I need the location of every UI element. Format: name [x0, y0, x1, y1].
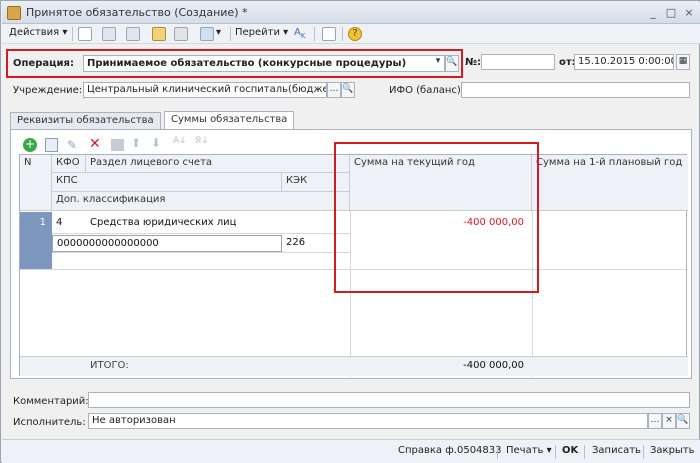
structure-icon[interactable]: [200, 27, 214, 41]
row-number: 1: [39, 217, 46, 228]
executor-search-icon[interactable]: 🔍: [676, 413, 690, 429]
operation-highlight-box: [6, 49, 463, 78]
totals-label: ИТОГО:: [90, 360, 129, 371]
print-icon[interactable]: [174, 27, 188, 41]
sum-highlight-box: [334, 142, 539, 293]
date-field[interactable]: 15.10.2015 0:00:00: [574, 54, 674, 70]
toolbar-separator: [72, 27, 73, 41]
edit-row-icon[interactable]: ✎: [67, 138, 77, 152]
delete-row-icon[interactable]: ✕: [89, 136, 101, 152]
col-header-kps[interactable]: КПС: [52, 173, 282, 192]
row-divider: [52, 233, 350, 234]
toolbar-separator: [342, 27, 343, 41]
bottom-separator: [497, 445, 498, 459]
executor-field[interactable]: Не авторизован: [88, 413, 648, 429]
save-button[interactable]: Записать: [592, 445, 641, 456]
sort-desc-icon[interactable]: Я↓: [195, 136, 209, 146]
goto-menu-label: Перейти: [235, 27, 280, 38]
app-icon: [7, 6, 21, 20]
toolbar-separator: [314, 27, 315, 41]
institution-select-button[interactable]: …: [327, 82, 341, 98]
window-title: Принятое обязательство (Создание) *: [26, 6, 248, 19]
row-kfo[interactable]: 4: [52, 215, 86, 231]
finish-edit-icon[interactable]: [111, 139, 124, 151]
col-header-dop[interactable]: Доп. классификация: [52, 192, 350, 211]
ifo-field[interactable]: [461, 82, 690, 98]
sort-icon[interactable]: AK: [294, 27, 308, 41]
sort-asc-icon[interactable]: A↓: [173, 136, 187, 146]
row-kps[interactable]: 0000000000000000: [52, 235, 282, 252]
col-header-n[interactable]: N: [20, 155, 52, 211]
actions-menu[interactable]: Действия ▾: [9, 27, 67, 38]
document-window: Принятое обязательство (Создание) * _ □ …: [0, 0, 700, 463]
col-header-kfo[interactable]: КФО: [52, 155, 86, 173]
ifo-label: ИФО (баланс):: [389, 85, 465, 96]
tab-requisites[interactable]: Реквизиты обязательства: [10, 112, 161, 129]
copy-icon[interactable]: [102, 27, 116, 41]
help-icon[interactable]: ?: [348, 27, 362, 41]
row-section[interactable]: Средства юридических лиц: [86, 215, 350, 231]
tab-sums[interactable]: Суммы обязательства: [164, 111, 295, 129]
minimize-button[interactable]: _: [646, 6, 660, 20]
bottom-separator: [584, 445, 585, 459]
actions-menu-label: Действия: [9, 27, 60, 38]
report-button[interactable]: Справка ф.0504833: [398, 445, 502, 456]
row-divider: [52, 252, 350, 253]
move-down-icon[interactable]: ⬇: [151, 136, 161, 150]
goto-menu[interactable]: Перейти ▾: [235, 27, 288, 38]
move-up-icon[interactable]: ⬆: [131, 136, 141, 150]
executor-select-button[interactable]: …: [648, 413, 662, 429]
executor-label: Исполнитель:: [13, 417, 86, 428]
report-icon[interactable]: [322, 27, 336, 41]
calendar-icon[interactable]: ▦: [676, 54, 690, 70]
print-button[interactable]: Печать ▾: [506, 445, 552, 456]
close-window-button[interactable]: ×: [682, 6, 696, 20]
col-header-sum-plan1[interactable]: Сумма на 1-й плановый год: [532, 155, 688, 211]
totals-value: -400 000,00: [463, 360, 524, 371]
toolbar: Действия ▾ ▾ Перейти ▾ AK ?: [2, 24, 700, 44]
post-document-icon[interactable]: [152, 27, 166, 41]
close-button[interactable]: Закрыть: [650, 445, 695, 456]
institution-search-icon[interactable]: 🔍: [341, 82, 355, 98]
title-bar: Принятое обязательство (Создание) * _ □ …: [2, 2, 700, 24]
toolbar-separator: [230, 27, 231, 41]
executor-clear-icon[interactable]: ×: [662, 413, 676, 429]
comment-label: Комментарий:: [13, 396, 89, 407]
number-label: №:: [465, 57, 482, 68]
institution-field[interactable]: Центральный клинический госпиталь(бюджет…: [83, 82, 327, 98]
print-button-label: Печать: [506, 445, 544, 456]
bottom-separator: [643, 445, 644, 459]
col-header-section[interactable]: Раздел лицевого счета: [86, 155, 350, 173]
institution-label: Учреждение:: [13, 85, 83, 96]
maximize-button[interactable]: □: [664, 6, 678, 20]
comment-field[interactable]: [88, 392, 690, 408]
number-field[interactable]: [481, 54, 555, 70]
ok-button[interactable]: OK: [562, 445, 578, 456]
add-row-icon[interactable]: +: [23, 138, 37, 152]
structure-dropdown[interactable]: ▾: [216, 27, 221, 38]
bottom-bar: Справка ф.0504833 Печать ▾ OK Записать З…: [2, 439, 700, 463]
copy-row-icon[interactable]: [45, 138, 58, 152]
edit-icon[interactable]: [126, 27, 140, 41]
new-document-icon[interactable]: [78, 27, 92, 41]
bottom-separator: [555, 445, 556, 459]
